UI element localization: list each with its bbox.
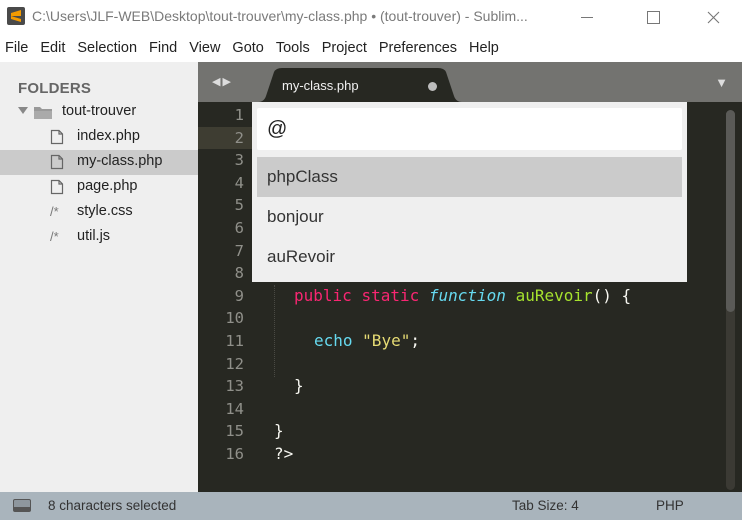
file-item-util-js[interactable]: /* util.js [0,225,198,250]
comment-file-icon: /* [50,204,59,219]
line-number: 3 [234,151,244,170]
keyword-function: function [428,286,506,305]
line-number: 4 [234,173,244,192]
line-number: 16 [225,445,244,463]
line-number: 14 [225,399,244,418]
line-number: 5 [234,196,244,215]
file-icon [50,179,64,195]
maximize-icon [646,10,660,24]
vertical-scrollbar[interactable] [726,110,735,490]
file-item-index-php[interactable]: index.php [0,125,198,150]
php-close-tag: ?> [274,444,294,463]
menu-file[interactable]: File [0,34,34,62]
code-brace: } [294,376,304,395]
status-bar: 8 characters selected Tab Size: 4 PHP [0,492,742,520]
menu-help[interactable]: Help [463,34,505,62]
menu-bar: File Edit Selection Find View Goto Tools… [0,34,742,62]
close-icon [707,11,719,23]
close-button[interactable] [690,0,736,34]
string-literal: "Bye" [362,331,411,350]
code-line-11: echo "Bye"; [274,330,420,353]
file-item-page-php[interactable]: page.php [0,175,198,200]
line-number: 12 [225,354,244,373]
line-number: 1 [234,106,244,124]
file-icon [50,129,64,145]
sidebar: FOLDERS tout-trouver index.php my-class.… [0,62,198,492]
goto-symbol-popup: @ phpClass bonjour auRevoir [252,102,687,282]
line-number: 2 [234,128,244,147]
line-number: 10 [225,309,244,328]
symbol-item[interactable]: phpClass [257,157,682,197]
code-line-15: } [274,420,284,443]
symbol-item[interactable]: auRevoir [257,237,682,277]
disclosure-triangle-icon[interactable] [18,107,28,114]
file-name: page.php [77,178,138,194]
sublime-text-icon [7,7,25,25]
tab-nav-arrows[interactable]: ◀▶ [212,75,233,88]
file-name: my-class.php [77,153,163,169]
syntax-selector[interactable]: PHP [656,498,684,513]
file-name: index.php [77,128,140,144]
code-line-16: ?> [274,443,293,466]
file-name: style.css [77,203,133,219]
code-line-9: public static function auRevoir() { [274,285,631,308]
tab-next-icon[interactable]: ▶ [222,76,232,88]
file-name: util.js [77,228,111,244]
window-title: C:\Users\JLF-WEB\Desktop\tout-trouver\my… [32,8,528,24]
menu-edit[interactable]: Edit [34,34,71,62]
file-item-my-class-php[interactable]: my-class.php [0,150,198,175]
tab-my-class-php[interactable]: my-class.php [258,68,462,102]
line-number: 13 [225,377,244,396]
builtin-echo: echo [314,331,353,350]
folder-name: tout-trouver [62,103,137,119]
menu-preferences[interactable]: Preferences [373,34,463,62]
menu-goto[interactable]: Goto [226,34,269,62]
menu-project[interactable]: Project [316,34,373,62]
code-line-13: } [274,375,304,398]
minimize-icon [581,16,593,18]
folder-tout-trouver[interactable]: tout-trouver [0,100,198,125]
line-number: 6 [234,219,244,237]
maximize-button[interactable] [630,0,676,34]
line-number: 8 [234,264,244,283]
tab-prev-icon[interactable]: ◀ [212,76,222,88]
code-brace: } [274,421,284,440]
menu-find[interactable]: Find [143,34,183,62]
console-panel-icon[interactable] [13,499,31,512]
code-punct: () { [592,286,632,305]
file-icon [50,154,64,170]
menu-selection[interactable]: Selection [71,34,143,62]
line-number: 7 [234,241,244,260]
menu-view[interactable]: View [183,34,226,62]
title-bar: C:\Users\JLF-WEB\Desktop\tout-trouver\my… [0,0,742,34]
symbol-item[interactable]: bonjour [257,197,682,237]
symbol-search-input[interactable]: @ [257,108,682,150]
code-punct: ; [410,331,420,350]
tab-size-selector[interactable]: Tab Size: 4 [512,498,579,513]
line-number: 11 [225,332,244,350]
keyword-static: static [361,286,420,305]
folder-icon [34,107,52,119]
folders-heading: FOLDERS [18,80,92,97]
selection-status: 8 characters selected [48,498,177,513]
modified-dot-icon[interactable] [428,82,437,91]
minimize-button[interactable] [564,0,610,34]
tab-label: my-class.php [282,78,359,93]
tab-bar: ◀▶ my-class.php ▼ [198,62,742,102]
keyword-public: public [294,286,352,305]
scrollbar-thumb[interactable] [726,110,735,312]
file-item-style-css[interactable]: /* style.css [0,200,198,225]
tab-menu-icon[interactable]: ▼ [715,75,728,90]
line-number: 9 [234,286,244,305]
menu-tools[interactable]: Tools [270,34,316,62]
function-name: auRevoir [515,286,593,305]
comment-file-icon: /* [50,229,59,244]
line-number: 15 [225,422,244,441]
